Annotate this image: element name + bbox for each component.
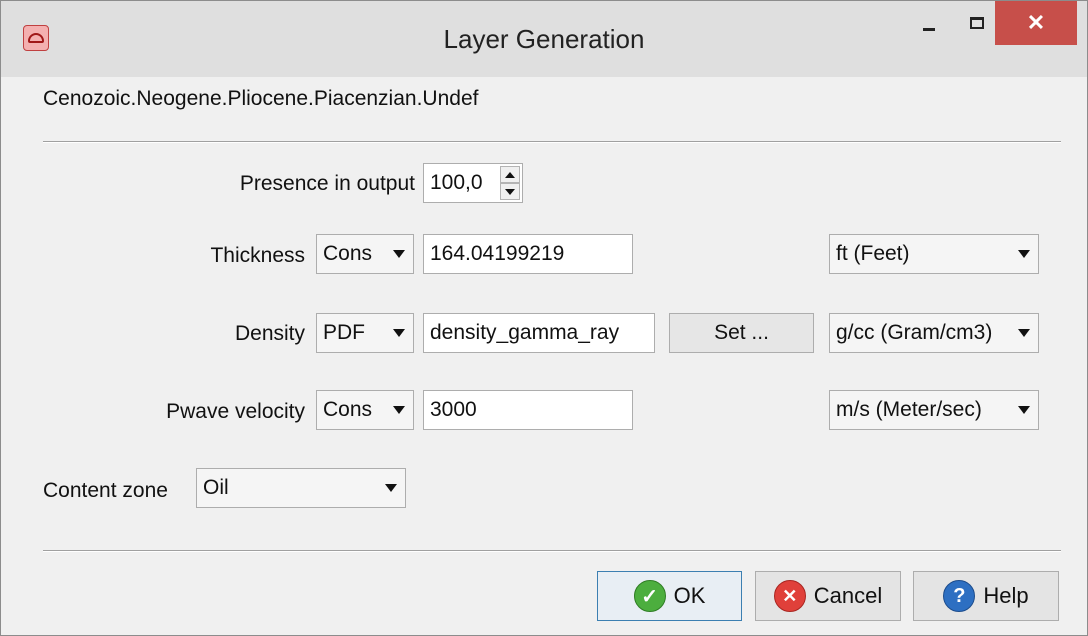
- ok-button[interactable]: ✓ OK: [597, 571, 742, 621]
- content-zone-dropdown[interactable]: Oil: [196, 468, 406, 508]
- close-button[interactable]: ✕: [995, 1, 1077, 45]
- layer-generation-dialog: Layer Generation ✕ Cenozoic.Neogene.Plio…: [0, 0, 1088, 636]
- title-bar[interactable]: Layer Generation ✕: [1, 1, 1087, 77]
- chevron-down-icon: [385, 484, 397, 492]
- cancel-label: Cancel: [813, 583, 883, 608]
- density-mode-dropdown[interactable]: PDF: [316, 313, 414, 353]
- close-icon: ✕: [1026, 10, 1046, 35]
- content-zone-value: Oil: [203, 476, 229, 499]
- help-icon: ?: [943, 580, 976, 612]
- help-button[interactable]: ? Help: [913, 571, 1059, 621]
- chevron-down-icon: [1018, 406, 1030, 414]
- density-unit: g/cc (Gram/cm3): [836, 321, 993, 344]
- minimize-icon: [923, 27, 935, 31]
- spin-down-button[interactable]: [500, 183, 520, 200]
- pwave-unit: m/s (Meter/sec): [836, 398, 982, 421]
- separator-bottom: [43, 550, 1061, 552]
- cancel-icon: ✕: [773, 580, 806, 612]
- checkmark-icon: ✓: [633, 580, 666, 612]
- maximize-button[interactable]: [954, 1, 1000, 45]
- layer-path: Cenozoic.Neogene.Pliocene.Piacenzian.Und…: [43, 87, 479, 110]
- presence-spinner[interactable]: 100,0: [423, 163, 523, 203]
- ok-label: OK: [673, 583, 706, 608]
- chevron-down-icon: [393, 250, 405, 258]
- separator-top: [43, 141, 1061, 143]
- chevron-down-icon: [393, 406, 405, 414]
- thickness-mode-dropdown[interactable]: Cons: [316, 234, 414, 274]
- density-unit-dropdown[interactable]: g/cc (Gram/cm3): [829, 313, 1039, 353]
- cancel-button[interactable]: ✕ Cancel: [755, 571, 901, 621]
- minimize-button[interactable]: [906, 1, 952, 45]
- spin-up-button[interactable]: [500, 166, 520, 183]
- pwave-unit-dropdown[interactable]: m/s (Meter/sec): [829, 390, 1039, 430]
- chevron-down-icon: [1018, 329, 1030, 337]
- thickness-label: Thickness: [210, 244, 305, 267]
- pwave-mode-dropdown[interactable]: Cons: [316, 390, 414, 430]
- thickness-input[interactable]: 164.04199219: [423, 234, 633, 274]
- pwave-input[interactable]: 3000: [423, 390, 633, 430]
- density-input[interactable]: density_gamma_ray: [423, 313, 655, 353]
- density-label: Density: [234, 322, 305, 345]
- chevron-down-icon: [1018, 250, 1030, 258]
- presence-value: 100,0: [430, 171, 483, 194]
- chevron-down-icon: [393, 329, 405, 337]
- help-label: Help: [983, 583, 1029, 608]
- up-arrow-icon: [505, 171, 515, 178]
- thickness-unit: ft (Feet): [836, 242, 910, 265]
- set-button[interactable]: Set ...: [669, 313, 814, 353]
- down-arrow-icon: [505, 188, 515, 195]
- content-zone-label: Content zone: [43, 479, 168, 502]
- pwave-label: Pwave velocity: [166, 400, 305, 423]
- maximize-icon: [970, 17, 984, 29]
- presence-label: Presence in output: [239, 172, 415, 195]
- thickness-unit-dropdown[interactable]: ft (Feet): [829, 234, 1039, 274]
